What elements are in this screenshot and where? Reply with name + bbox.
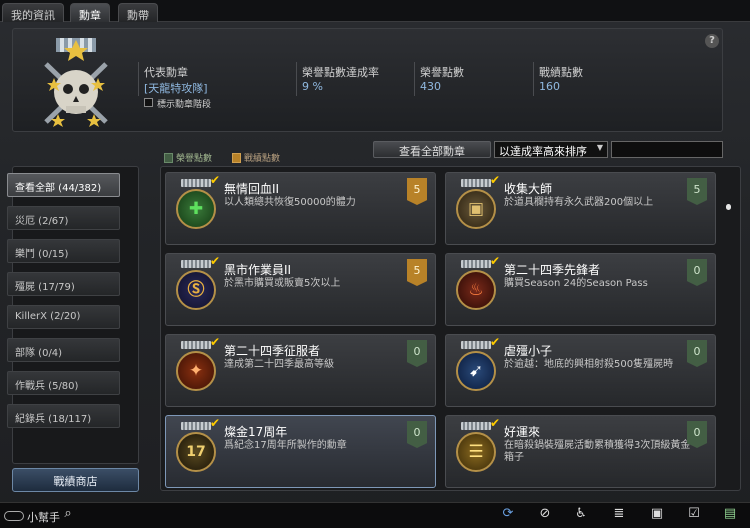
tab-my-info[interactable]: 我的資訊	[2, 3, 64, 22]
profile-panel	[12, 28, 723, 132]
checkmark-icon: ✔	[490, 416, 501, 430]
sidebar-item-record[interactable]: 紀錄兵 (18/117)	[7, 404, 120, 428]
bottom-bar	[0, 502, 750, 528]
honor-points-badge: 0	[687, 259, 707, 286]
runner-menu-icon[interactable]: ♿	[573, 506, 589, 522]
battle-points-badge: 5	[407, 178, 427, 205]
sidebar-item-clan[interactable]: 部隊 (0/4)	[7, 338, 120, 362]
show-stage-checkbox[interactable]	[144, 98, 153, 107]
medal-description: 於逾越：地底的興相射殺500隻殭屍時	[504, 359, 674, 370]
sidebar-item-operation[interactable]: 作戰兵 (5/80)	[7, 371, 120, 395]
search-input[interactable]	[611, 141, 723, 158]
compass-icon[interactable]: ⊘	[537, 506, 553, 522]
medal-card[interactable]: ♨ ✔ 第二十四季先鋒者 購買Season 24的Season Pass 0	[445, 253, 716, 326]
battle-badge-icon	[232, 152, 241, 163]
medal-description: 於道具欄持有永久武器200個以上	[504, 197, 654, 208]
legend-honor: 榮譽點數	[164, 151, 212, 164]
anniversary-medal-text: 17	[186, 444, 206, 460]
medal-title: 第二十四季征服者	[224, 344, 321, 358]
medal-card[interactable]: ✦ ✔ 第二十四季征服者 達成第二十四季最高等級 0	[165, 334, 436, 407]
battle-points-value: 160	[539, 80, 560, 93]
honor-points-badge: 0	[407, 340, 427, 367]
honor-points-badge: 0	[687, 340, 707, 367]
honor-rate-label: 榮譽點數達成率	[302, 66, 379, 79]
medal-description: 爲紀念17周年所製作的勳章	[224, 440, 347, 451]
medal-description: 於黑市購買或販賣5次以上	[224, 278, 341, 289]
scrollbar-thumb[interactable]	[726, 204, 731, 210]
sidebar-item-killerx[interactable]: KillerX (2/20)	[7, 305, 120, 329]
sidebar-item-disaster[interactable]: 災厄 (2/67)	[7, 206, 120, 230]
film-icon[interactable]: ▤	[722, 506, 738, 522]
representative-medal-label: 代表勳章	[144, 66, 188, 79]
legend-battle-label: 戰績點數	[244, 154, 281, 164]
medal-title: 黑市作業員II	[224, 263, 292, 277]
divider	[296, 62, 297, 96]
sidebar-item-zombie[interactable]: 殭屍 (17/79)	[7, 272, 120, 296]
sort-select[interactable]: 以達成率高來排序 ▼	[494, 141, 608, 158]
legend-honor-label: 榮譽點數	[176, 154, 213, 164]
medal-card[interactable]: ✚ ✔ 無情回血II 以人類總共恢復50000的體力 5	[165, 172, 436, 245]
medal-title: 第二十四季先鋒者	[504, 263, 601, 277]
divider	[533, 62, 534, 96]
help-button[interactable]: ?	[705, 34, 719, 48]
medal-title: 燦金17周年	[224, 425, 288, 439]
sort-select-value: 以達成率高來排序	[499, 145, 587, 158]
sidebar-item-all[interactable]: 查看全部 (44/382)	[7, 173, 120, 197]
checkmark-icon: ✔	[490, 173, 501, 187]
honor-points-value: 430	[420, 80, 441, 93]
search-icon[interactable]: ⌕	[60, 506, 76, 522]
view-all-medals-button[interactable]: 查看全部勳章	[373, 141, 491, 158]
checkmark-icon: ✔	[210, 254, 221, 268]
scrollbar[interactable]	[726, 180, 731, 480]
checkmark-icon: ✔	[210, 335, 221, 349]
medal-card[interactable]: Ⓢ ✔ 黑市作業員II 於黑市購買或販賣5次以上 5	[165, 253, 436, 326]
medal-card[interactable]: ➹ ✔ 虐殭小子 於逾越：地底的興相射殺500隻殭屍時 0	[445, 334, 716, 407]
honor-points-badge: 5	[687, 178, 707, 205]
show-stage-label: 標示勳章階段	[157, 100, 212, 110]
calendar-check-icon[interactable]: ☑	[686, 506, 702, 522]
medal-description: 在暗殺鍋裝殭屍活動累積獲得3次頂級黃金箱子	[504, 440, 691, 463]
medal-title: 收集大師	[504, 182, 553, 196]
legend-battle: 戰績點數	[232, 151, 280, 164]
tab-medals[interactable]: 勳章	[70, 3, 110, 22]
honor-points-label: 榮譽點數	[420, 66, 464, 79]
medal-description: 購買Season 24的Season Pass	[504, 278, 648, 289]
medal-title: 好運來	[504, 425, 541, 439]
medal-description: 達成第二十四季最高等級	[224, 359, 334, 370]
toggle-icon[interactable]	[4, 511, 24, 521]
sidebar-item-fight[interactable]: 樂鬥 (0/15)	[7, 239, 120, 263]
representative-medal-value[interactable]: [天龍特攻隊]	[144, 80, 208, 96]
representative-medal-icon	[38, 34, 114, 128]
list-icon[interactable]: ≣	[611, 506, 627, 522]
divider	[414, 62, 415, 96]
tab-ribbons[interactable]: 勳帶	[118, 3, 158, 22]
battle-shop-button[interactable]: 戰績商店	[12, 468, 139, 492]
checkmark-icon: ✔	[490, 254, 501, 268]
divider	[138, 62, 139, 96]
checkmark-icon: ✔	[210, 416, 221, 430]
helper-label[interactable]: 小幫手	[27, 509, 60, 525]
battle-points-badge: 5	[407, 259, 427, 286]
medal-card[interactable]: ☰ ✔ 好運來 在暗殺鍋裝殭屍活動累積獲得3次頂級黃金箱子 0	[445, 415, 716, 488]
medal-description: 以人類總共恢復50000的體力	[224, 197, 356, 208]
honor-points-badge: 0	[687, 421, 707, 448]
tab-bar	[0, 0, 750, 22]
medal-title: 虐殭小子	[504, 344, 553, 358]
checkmark-icon: ✔	[210, 173, 221, 187]
refresh-icon[interactable]: ⟳	[500, 506, 516, 522]
medal-card[interactable]: 17 ✔ 燦金17周年 爲紀念17周年所製作的勳章 0	[165, 415, 436, 488]
medal-title: 無情回血II	[224, 182, 280, 196]
battle-points-label: 戰績點數	[539, 66, 583, 79]
checkmark-icon: ✔	[490, 335, 501, 349]
honor-badge-icon	[164, 152, 173, 163]
honor-rate-value: 9 %	[302, 80, 323, 93]
honor-points-badge: 0	[407, 421, 427, 448]
chevron-down-icon: ▼	[596, 143, 603, 152]
bookmark-icon[interactable]: ▣	[649, 506, 665, 522]
medal-card[interactable]: ▣ ✔ 收集大師 於道具欄持有永久武器200個以上 5	[445, 172, 716, 245]
